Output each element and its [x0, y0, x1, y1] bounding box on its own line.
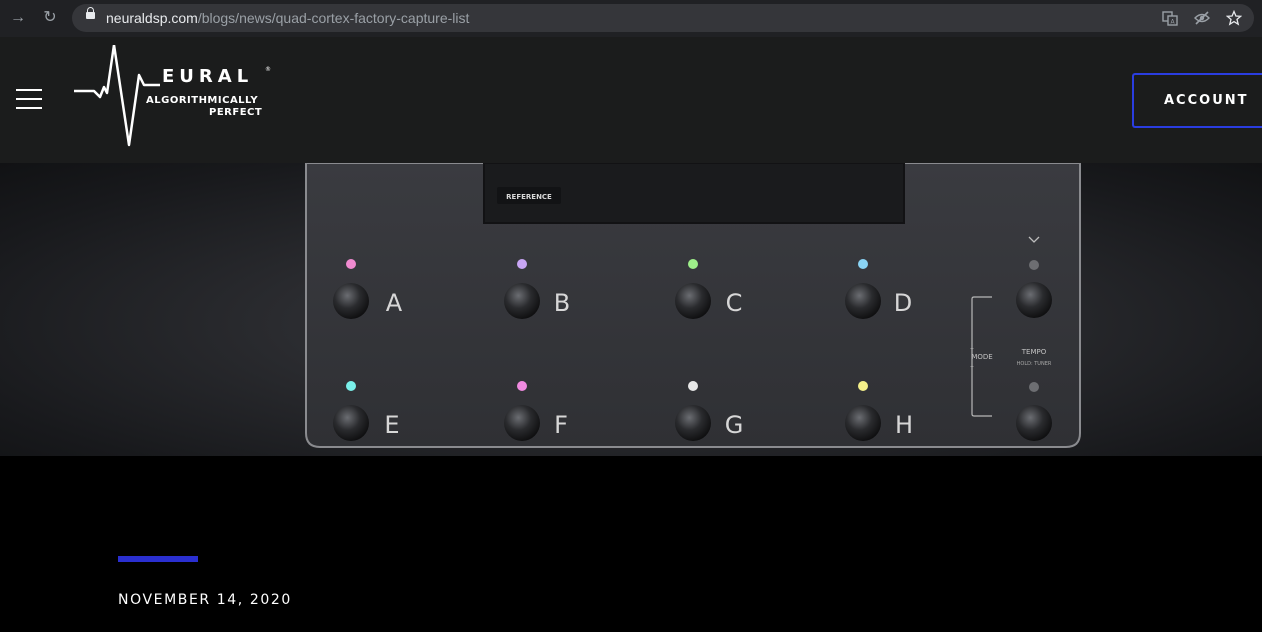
eye-off-icon[interactable] [1194, 10, 1210, 26]
site-header: EURAL ® ALGORITHMICALLY PERFECT ACCOUNT [0, 37, 1262, 163]
svg-text:H: H [895, 411, 913, 439]
accent-bar [118, 556, 198, 562]
hero-image: REFERENCE A B C D E F G H + MODE + TEMPO… [0, 163, 1262, 456]
svg-text:G: G [725, 411, 744, 439]
browser-toolbar: → ↻ neuraldsp.com/blogs/news/quad-cortex… [0, 0, 1262, 37]
svg-text:+: + [970, 346, 974, 352]
reload-icon[interactable]: ↻ [40, 8, 60, 28]
svg-text:E: E [384, 411, 399, 439]
back-arrow-icon[interactable]: → [8, 8, 28, 28]
svg-text:+: + [970, 364, 974, 370]
url-text[interactable]: neuraldsp.com/blogs/news/quad-cortex-fac… [106, 10, 469, 26]
svg-text:F: F [554, 411, 568, 439]
logo-wordmark: EURAL [162, 66, 253, 87]
star-icon[interactable] [1225, 9, 1243, 26]
quad-cortex-illustration: REFERENCE A B C D E F G H + MODE + TEMPO… [305, 163, 1081, 448]
url-host: neuraldsp.com [106, 10, 198, 26]
logo-tagline-2: PERFECT [209, 107, 263, 118]
article-header: NOVEMBER 14, 2020 [0, 456, 1262, 632]
svg-text:B: B [554, 289, 570, 317]
svg-text:®: ® [265, 66, 271, 73]
menu-icon[interactable] [16, 89, 42, 109]
post-date: NOVEMBER 14, 2020 [118, 592, 292, 608]
url-path: /blogs/news/quad-cortex-factory-capture-… [197, 10, 470, 26]
hold-tuner-label: HOLD: TUNER [1017, 361, 1052, 367]
svg-text:D: D [894, 289, 912, 317]
screen-label: REFERENCE [506, 193, 552, 201]
neural-logo[interactable]: EURAL ® ALGORITHMICALLY PERFECT [74, 43, 274, 149]
svg-text:A: A [386, 289, 403, 317]
lock-icon[interactable] [86, 7, 95, 19]
translate-icon[interactable]: A [1162, 10, 1178, 26]
tempo-label: TEMPO [1021, 348, 1047, 356]
logo-tagline-1: ALGORITHMICALLY [146, 95, 259, 106]
address-bar[interactable]: neuraldsp.com/blogs/news/quad-cortex-fac… [72, 4, 1254, 32]
account-button[interactable]: ACCOUNT [1132, 73, 1262, 128]
mode-label: MODE [971, 353, 992, 361]
svg-text:C: C [726, 289, 743, 317]
